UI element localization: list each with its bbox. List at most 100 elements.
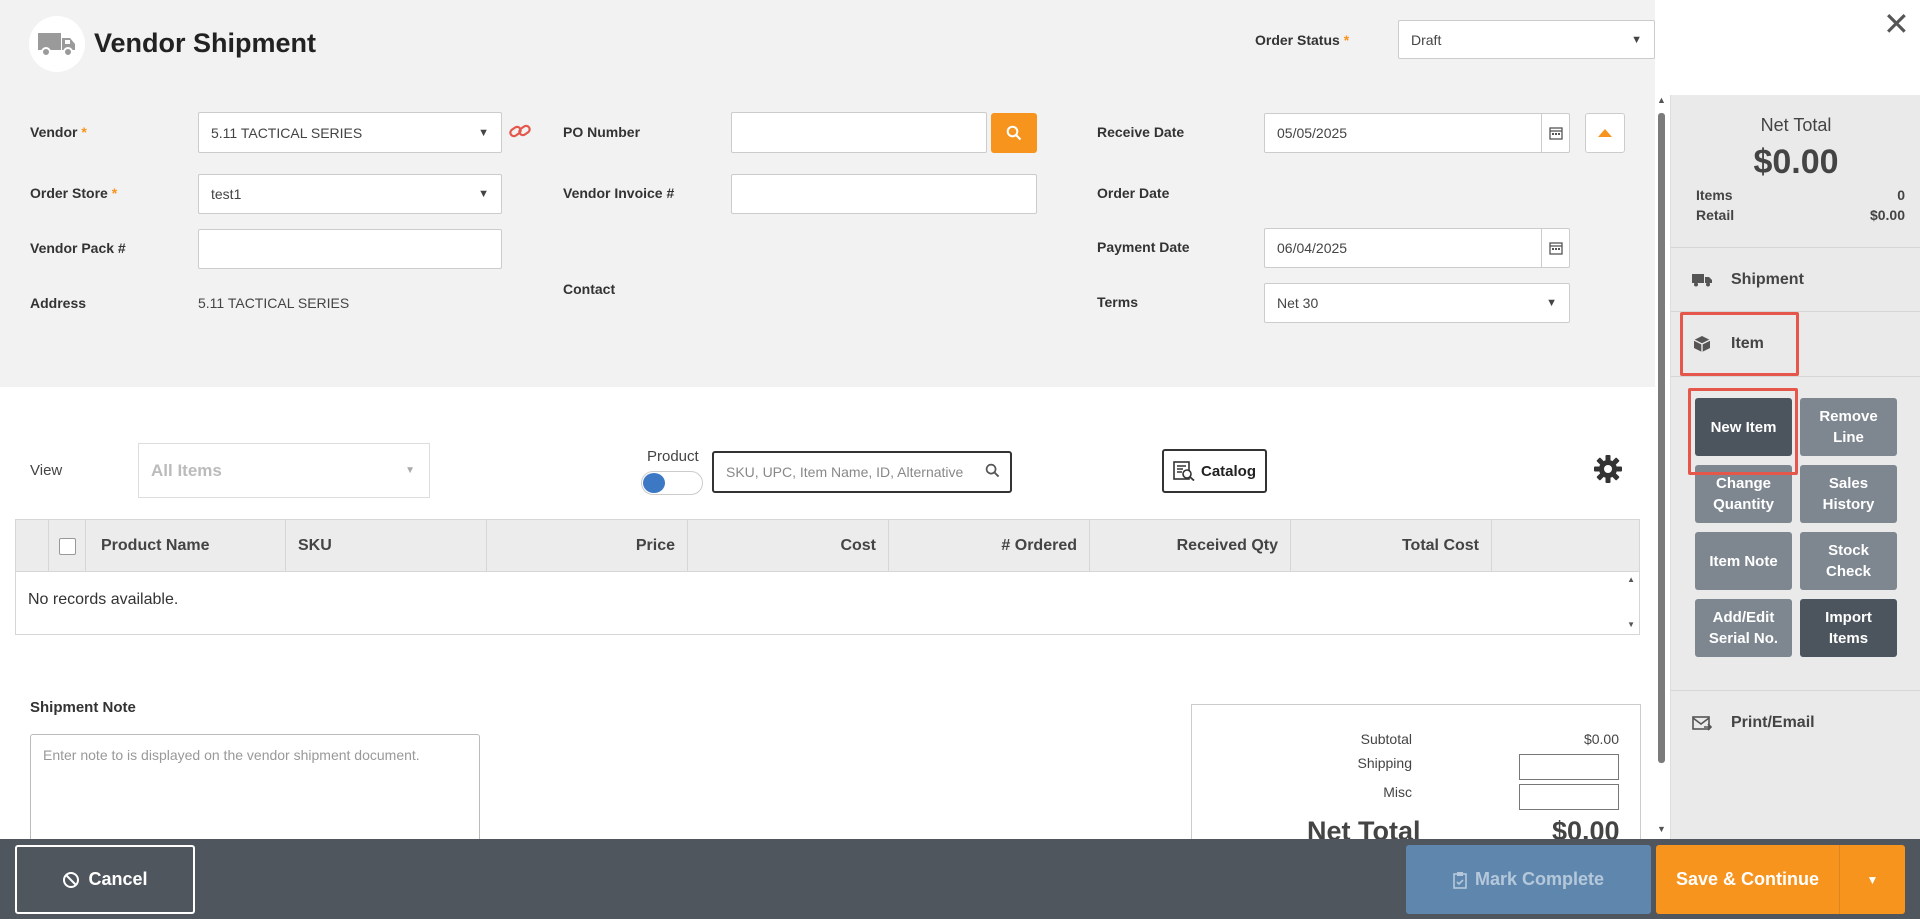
link-icon[interactable]	[508, 120, 532, 147]
sidebar-net-total-label: Net Total	[1760, 115, 1832, 135]
cancel-button[interactable]: Cancel	[15, 845, 195, 914]
product-toggle[interactable]	[641, 471, 703, 495]
sidebar-section-print-email[interactable]: Print/Email	[1671, 690, 1920, 754]
subtotal-label: Subtotal	[1360, 731, 1412, 747]
vendor-pack-input[interactable]	[198, 229, 502, 269]
order-status-label: Order Status *	[1255, 32, 1350, 48]
caret-up-icon	[1598, 129, 1612, 137]
payment-date-input[interactable]: 06/04/2025	[1264, 228, 1570, 268]
right-sidebar: Net Total $0.00 Items 0 Retail $0.00 Shi…	[1670, 95, 1920, 839]
totals-panel: Subtotal $0.00 Shipping Misc Net Total $…	[1191, 704, 1641, 846]
shipping-label: Shipping	[1357, 755, 1413, 771]
search-icon[interactable]	[985, 463, 1000, 481]
vendor-invoice-label: Vendor Invoice #	[563, 185, 675, 201]
col-ordered[interactable]: # Ordered	[889, 520, 1090, 572]
items-count-value: 0	[1897, 187, 1905, 203]
col-total-cost[interactable]: Total Cost	[1291, 520, 1492, 572]
caret-down-icon: ▼	[478, 188, 489, 200]
grid-scroll-up-icon[interactable]: ▲	[1627, 575, 1635, 584]
contact-label: Contact	[563, 281, 616, 297]
toggle-knob	[643, 473, 665, 493]
sales-history-button[interactable]: Sales History	[1800, 465, 1897, 523]
receive-date-label: Receive Date	[1097, 124, 1185, 140]
address-label: Address	[30, 295, 87, 311]
col-price[interactable]: Price	[487, 520, 688, 572]
caret-down-icon: ▼	[405, 465, 415, 476]
order-store-label: Order Store *	[30, 185, 118, 201]
search-icon	[1006, 125, 1022, 141]
vendor-shipment-window: Vendor Shipment Order Status * Draft ▼ ✕ …	[0, 0, 1920, 919]
select-all-checkbox[interactable]	[58, 537, 76, 555]
items-count-label: Items	[1696, 187, 1733, 203]
catalog-button[interactable]: Catalog	[1162, 449, 1267, 493]
clipboard-check-icon	[1453, 871, 1467, 889]
grid-header: Product Name SKU Price Cost # Ordered Re…	[16, 520, 1639, 572]
sidebar-net-total-value: $0.00	[1753, 143, 1839, 181]
terms-select[interactable]: Net 30 ▼	[1264, 283, 1570, 323]
po-number-input[interactable]	[731, 112, 987, 153]
stock-check-button[interactable]: Stock Check	[1800, 532, 1897, 590]
item-actions-panel: New Item Remove Line Change Quantity Sal…	[1671, 376, 1920, 676]
item-note-button[interactable]: Item Note	[1695, 532, 1792, 590]
gear-icon[interactable]	[1593, 454, 1623, 489]
page-scrollbar[interactable]: ▲ ▼	[1655, 95, 1667, 838]
misc-input[interactable]	[1519, 784, 1619, 810]
col-sku[interactable]: SKU	[286, 520, 487, 572]
import-items-button[interactable]: Import Items	[1800, 599, 1897, 657]
box-icon	[1691, 335, 1713, 353]
caret-down-icon: ▼	[1631, 33, 1642, 46]
caret-down-icon: ▼	[478, 126, 489, 139]
page-title: Vendor Shipment	[94, 28, 317, 58]
close-icon[interactable]: ✕	[1883, 8, 1910, 40]
order-date-label: Order Date	[1097, 185, 1170, 201]
item-label: Item	[1731, 335, 1764, 352]
caret-down-icon: ▼	[1546, 297, 1557, 309]
shipping-input[interactable]	[1519, 754, 1619, 780]
add-edit-serial-button[interactable]: Add/Edit Serial No.	[1695, 599, 1792, 657]
vendor-invoice-input[interactable]	[731, 174, 1037, 214]
remove-line-button[interactable]: Remove Line	[1800, 398, 1897, 456]
grid-spacer-col	[16, 520, 49, 572]
sidebar-section-shipment[interactable]: Shipment	[1671, 247, 1920, 311]
new-item-button[interactable]: New Item	[1695, 398, 1792, 456]
items-grid: Product Name SKU Price Cost # Ordered Re…	[15, 519, 1640, 635]
view-select[interactable]: All Items ▼	[138, 443, 430, 498]
shipment-label: Shipment	[1731, 270, 1804, 288]
vendor-pack-label: Vendor Pack #	[30, 240, 126, 256]
order-status-select[interactable]: Draft ▼	[1398, 20, 1655, 59]
truck-icon	[1691, 273, 1713, 287]
col-product-name[interactable]: Product Name	[86, 520, 286, 572]
grid-scroll-down-icon[interactable]: ▼	[1627, 620, 1635, 629]
scroll-up-icon[interactable]: ▲	[1657, 95, 1666, 105]
collapse-header-button[interactable]	[1585, 113, 1625, 153]
scrollbar-thumb[interactable]	[1658, 113, 1665, 763]
save-continue-button[interactable]: Save & Continue ▼	[1656, 845, 1905, 914]
order-store-select[interactable]: test1 ▼	[198, 174, 502, 214]
vendor-label: Vendor *	[30, 124, 87, 140]
change-quantity-button[interactable]: Change Quantity	[1695, 465, 1792, 523]
col-received-qty[interactable]: Received Qty	[1090, 520, 1291, 572]
calendar-icon[interactable]	[1541, 114, 1569, 152]
select-all-checkbox-cell	[49, 520, 86, 572]
save-continue-label[interactable]: Save & Continue	[1656, 845, 1839, 914]
view-label: View	[30, 462, 63, 479]
po-number-label: PO Number	[563, 124, 641, 140]
terms-label: Terms	[1097, 294, 1138, 310]
calendar-icon[interactable]	[1541, 229, 1569, 267]
misc-label: Misc	[1383, 784, 1412, 800]
receive-date-input[interactable]: 05/05/2025	[1264, 113, 1570, 153]
catalog-icon	[1173, 461, 1195, 481]
mark-complete-button[interactable]: Mark Complete	[1406, 845, 1651, 914]
shipment-note-textarea[interactable]: Enter note to is displayed on the vendor…	[30, 734, 480, 844]
truck-icon	[29, 16, 85, 72]
col-cost[interactable]: Cost	[688, 520, 889, 572]
save-options-dropdown-icon[interactable]: ▼	[1839, 845, 1905, 914]
po-search-button[interactable]	[991, 113, 1037, 153]
scroll-down-icon[interactable]: ▼	[1657, 824, 1666, 834]
item-search-input[interactable]: SKU, UPC, Item Name, ID, Alternative	[712, 451, 1012, 493]
retail-label: Retail	[1696, 207, 1735, 223]
vendor-select[interactable]: 5.11 TACTICAL SERIES ▼	[198, 112, 502, 153]
product-toggle-label: Product	[647, 448, 699, 465]
retail-value: $0.00	[1869, 207, 1905, 223]
sidebar-section-item[interactable]: Item	[1671, 311, 1920, 376]
